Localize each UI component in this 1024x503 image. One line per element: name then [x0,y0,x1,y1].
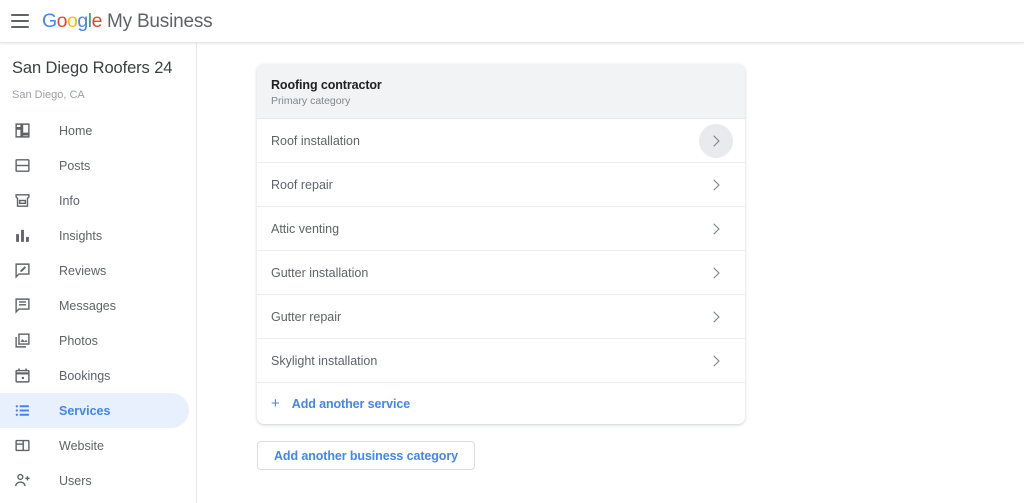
service-row[interactable]: Roof repair [257,163,745,207]
service-chevron-button[interactable] [699,212,733,246]
chevron-right-icon [709,134,723,148]
sidebar-item-label: Reviews [59,263,107,278]
sidebar-item-website[interactable]: Website [0,428,189,463]
storefront-icon [13,192,31,210]
service-name: Gutter installation [271,265,369,280]
service-row[interactable]: Gutter repair [257,295,745,339]
chevron-right-icon [709,310,723,324]
business-location: San Diego, CA [12,89,85,101]
sidebar-item-label: Info [59,193,80,208]
service-list: Roof installation Roof repair Attic ventin… [257,119,745,383]
sidebar: San Diego Roofers 24 San Diego, CA Home P… [0,43,197,503]
sidebar-item-reviews[interactable]: Reviews [0,253,189,288]
chevron-right-icon [709,354,723,368]
service-row[interactable]: Roof installation [257,119,745,163]
service-chevron-button[interactable] [699,300,733,334]
plus-icon: + [271,395,280,412]
service-chevron-button[interactable] [699,168,733,202]
category-subtitle: Primary category [271,95,351,107]
service-chevron-button[interactable] [699,256,733,290]
dashboard-icon [13,122,31,140]
service-name: Roof installation [271,133,360,148]
service-name: Skylight installation [271,353,378,368]
add-service-label: Add another service [291,396,411,411]
category-card: Roofing contractor Primary category Roof… [257,64,745,424]
business-name: San Diego Roofers 24 [12,59,173,77]
hamburger-menu-icon[interactable] [11,10,33,32]
service-name: Roof repair [271,177,333,192]
sidebar-item-label: Photos [59,333,98,348]
sidebar-item-users[interactable]: Users [0,463,189,498]
person-add-icon [13,472,31,490]
service-name: Attic venting [271,221,340,236]
app-header: Google My Business [0,0,1024,43]
service-row[interactable]: Skylight installation [257,339,745,383]
brand-logo[interactable]: Google My Business [42,9,213,33]
sidebar-item-label: Website [59,438,104,453]
list-icon [13,402,31,420]
calendar-icon [13,367,31,385]
chevron-right-icon [709,178,723,192]
sidebar-nav: Home Posts Info Insights Reviews Messages Phot… [0,113,196,498]
review-icon [13,262,31,280]
sidebar-item-label: Insights [59,228,103,243]
website-icon [13,437,31,455]
service-chevron-button[interactable] [699,123,733,158]
sidebar-item-label: Posts [59,158,91,173]
sidebar-item-label: Bookings [59,368,111,383]
sidebar-item-info[interactable]: Info [0,183,189,218]
sidebar-item-posts[interactable]: Posts [0,148,189,183]
category-name: Roofing contractor [271,78,382,92]
service-name: Gutter repair [271,309,342,324]
add-business-category-button[interactable]: Add another business category [257,441,475,470]
message-icon [13,297,31,315]
main-content: Roofing contractor Primary category Roof… [198,43,1024,503]
sidebar-item-insights[interactable]: Insights [0,218,189,253]
sidebar-item-label: Users [59,473,92,488]
chevron-right-icon [709,266,723,280]
sidebar-item-label: Services [59,403,111,418]
google-logo: Google [42,9,102,32]
photos-icon [13,332,31,350]
card-header: Roofing contractor Primary category [257,64,745,119]
sidebar-item-label: Home [59,123,93,138]
product-name: My Business [106,10,213,32]
sidebar-item-services[interactable]: Services [0,393,189,428]
sidebar-item-photos[interactable]: Photos [0,323,189,358]
sidebar-item-label: Messages [59,298,116,313]
service-row[interactable]: Attic venting [257,207,745,251]
posts-icon [13,157,31,175]
service-chevron-button[interactable] [699,344,733,378]
sidebar-item-bookings[interactable]: Bookings [0,358,189,393]
bar-chart-icon [13,227,31,245]
add-service-button[interactable]: + Add another service [257,383,745,424]
sidebar-item-messages[interactable]: Messages [0,288,189,323]
service-row[interactable]: Gutter installation [257,251,745,295]
sidebar-item-home[interactable]: Home [0,113,189,148]
chevron-right-icon [709,222,723,236]
